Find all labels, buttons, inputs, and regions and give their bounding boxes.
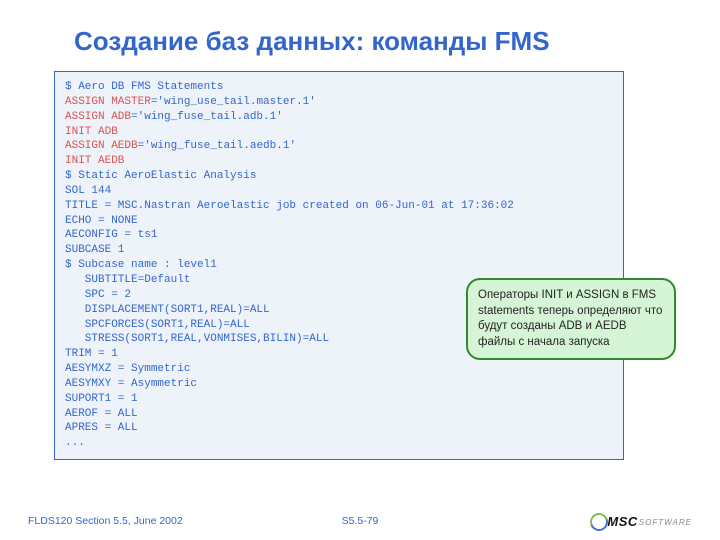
code-block: $ Aero DB FMS Statements ASSIGN MASTER='… <box>54 71 624 460</box>
callout-box: Операторы INIT и ASSIGN в FMS statements… <box>466 278 676 360</box>
code-line: TRIM = 1 <box>65 348 118 360</box>
code-line: SOL 144 <box>65 185 111 197</box>
code-line: $ Subcase name : level1 <box>65 259 217 271</box>
logo-text: MSCSOFTWARE <box>607 514 692 529</box>
code-line: AESYMXZ = Symmetric <box>65 363 190 375</box>
code-line: ... <box>65 437 85 449</box>
code-keyword: INIT ADB <box>65 126 118 138</box>
swoosh-icon <box>589 512 607 530</box>
code-line: AECONFIG = ts1 <box>65 229 157 241</box>
code-line: DISPLACEMENT(SORT1,REAL)=ALL <box>65 304 270 316</box>
code-keyword: ASSIGN MASTER <box>65 96 151 108</box>
code-line: ECHO = NONE <box>65 215 138 227</box>
slide: Создание баз данных: команды FMS $ Aero … <box>0 0 720 540</box>
code-line: TITLE = MSC.Nastran Aeroelastic job crea… <box>65 200 514 212</box>
code-line: ='wing_fuse_tail.adb.1' <box>131 111 283 123</box>
code-line: $ Aero DB FMS Statements <box>65 81 223 93</box>
code-keyword: INIT AEDB <box>65 155 124 167</box>
code-line: SUPORT1 = 1 <box>65 393 138 405</box>
footer-logo: MSCSOFTWARE <box>471 512 692 530</box>
footer-center: S5.5-79 <box>249 515 470 527</box>
code-line: AEROF = ALL <box>65 408 138 420</box>
code-line: SPCFORCES(SORT1,REAL)=ALL <box>65 319 250 331</box>
code-line: SUBTITLE=Default <box>65 274 190 286</box>
code-line: SPC = 2 <box>65 289 131 301</box>
footer-left: FLDS120 Section 5.5, June 2002 <box>28 515 249 527</box>
code-line: $ Static AeroElastic Analysis <box>65 170 256 182</box>
code-keyword: ASSIGN AEDB <box>65 140 138 152</box>
code-line: STRESS(SORT1,REAL,VONMISES,BILIN)=ALL <box>65 333 329 345</box>
footer: FLDS120 Section 5.5, June 2002 S5.5-79 M… <box>0 512 720 530</box>
code-line: ='wing_fuse_tail.aedb.1' <box>138 140 296 152</box>
code-line: ='wing_use_tail.master.1' <box>151 96 316 108</box>
code-line: APRES = ALL <box>65 422 138 434</box>
code-line: AESYMXY = Asymmetric <box>65 378 197 390</box>
code-keyword: ASSIGN ADB <box>65 111 131 123</box>
code-line: SUBCASE 1 <box>65 244 124 256</box>
page-title: Создание баз данных: команды FMS <box>74 26 672 57</box>
